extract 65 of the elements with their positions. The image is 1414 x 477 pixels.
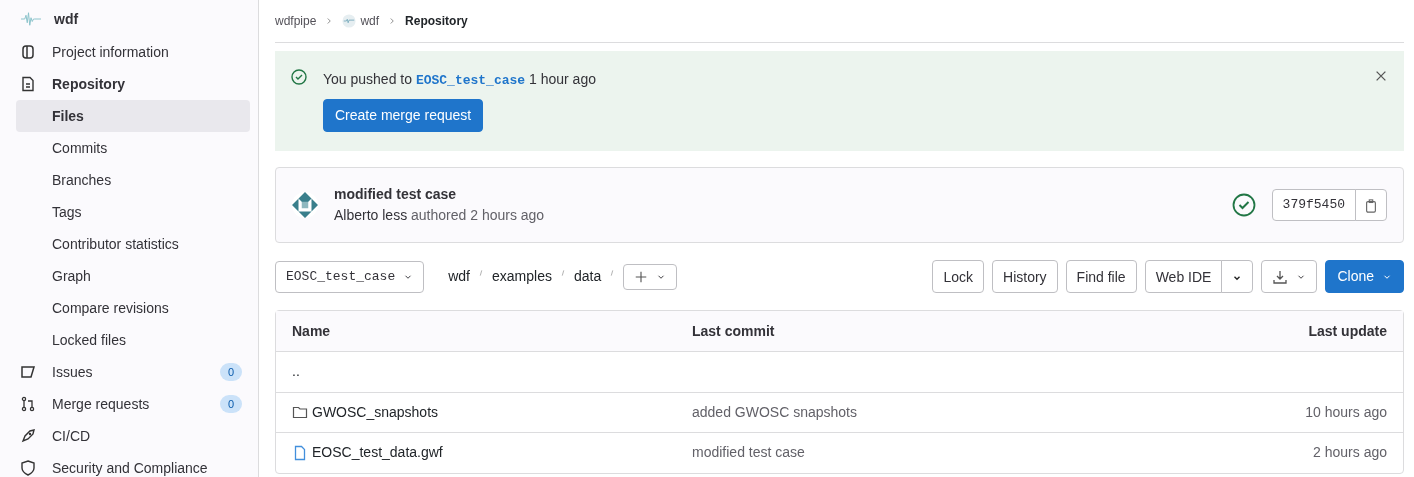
sidebar-item[interactable]: Compare revisions [16,292,250,324]
book-icon [20,44,36,60]
sidebar-item[interactable]: Locked files [16,324,250,356]
branch-link[interactable]: EOSC_test_case [415,73,526,88]
path-link[interactable]: wdf [448,266,470,287]
folder-icon [292,404,308,421]
document-icon [20,76,36,92]
rocket-icon [20,428,36,444]
sidebar-item[interactable]: Issues 0 [16,356,250,388]
download-dropdown[interactable] [1261,260,1318,293]
check-circle-icon [1231,193,1256,217]
avatar-icon [292,192,318,218]
project-name[interactable]: wdf [54,8,79,30]
update-time: 2 hours ago [1312,443,1387,463]
download-icon [1272,268,1289,285]
sidebar-item[interactable]: Project information [16,36,250,68]
parent-directory-link[interactable]: .. [292,361,300,383]
toolbar-button[interactable]: Lock [932,260,985,293]
sidebar-item[interactable]: Tags [16,196,250,228]
merge-request-icon [20,396,36,412]
commit-message-link[interactable]: modified test case [692,442,1187,464]
commit-title[interactable]: modified test case [334,184,1232,205]
file-name-link[interactable]: GWOSC_snapshots [312,401,439,423]
sidebar-item[interactable]: Commits [16,132,250,164]
count-badge: 0 [219,362,242,382]
file-icon [292,444,308,461]
clone-button[interactable]: Clone [1325,260,1404,293]
sidebar-item[interactable]: Security and Compliance [16,452,250,477]
file-name-link[interactable]: EOSC_test_data.gwf [312,442,443,464]
commit-meta: Alberto less authored 2 hours ago [334,206,546,225]
sidebar-item[interactable]: Files [16,100,250,132]
sidebar-item[interactable]: Contributor statistics [16,228,250,260]
alert-message: You pushed to EOSC_test_case 1 hour ago [323,70,597,90]
check-circle-icon [291,69,307,85]
sidebar-item[interactable]: Merge requests 0 [16,388,250,420]
commit-sha: 379f5450 [1271,189,1356,221]
path-link[interactable]: data [573,266,602,287]
author-link[interactable]: Alberto less [334,207,408,223]
sidebar-item[interactable]: Branches [16,164,250,196]
issues-icon [20,364,36,380]
toolbar-button[interactable]: History [992,260,1058,293]
path-link[interactable]: examples [492,266,552,287]
update-time: 10 hours ago [1304,402,1387,422]
commit-message-link[interactable]: added GWOSC snapshots [692,401,1187,423]
copy-button[interactable] [1355,189,1387,221]
breadcrumb-link[interactable]: wdfpipe [275,12,317,30]
count-badge: 0 [219,394,242,414]
sidebar-item[interactable]: CI/CD [16,420,250,452]
web-ide-button[interactable]: Web IDE [1144,260,1223,293]
toolbar-button[interactable]: Find file [1065,260,1137,293]
breadcrumb-link[interactable]: Repository [405,12,468,30]
clipboard-icon [1364,199,1378,214]
sidebar-item[interactable]: Repository [16,68,250,100]
create-merge-request-button[interactable]: Create merge request [323,98,484,132]
dropdown-toggle-button[interactable] [1221,260,1254,293]
branch-dropdown[interactable]: EOSC_test_case [275,260,425,293]
column-header: Name [292,321,332,341]
column-header: Last commit [692,321,776,341]
close-icon [1374,69,1388,83]
sidebar-item[interactable]: Graph [16,260,250,292]
add-dropdown[interactable] [623,263,678,290]
column-header: Last update [1307,321,1387,341]
breadcrumb-link[interactable]: wdf [360,12,380,30]
plus-icon [634,269,649,284]
shield-icon [20,460,36,476]
